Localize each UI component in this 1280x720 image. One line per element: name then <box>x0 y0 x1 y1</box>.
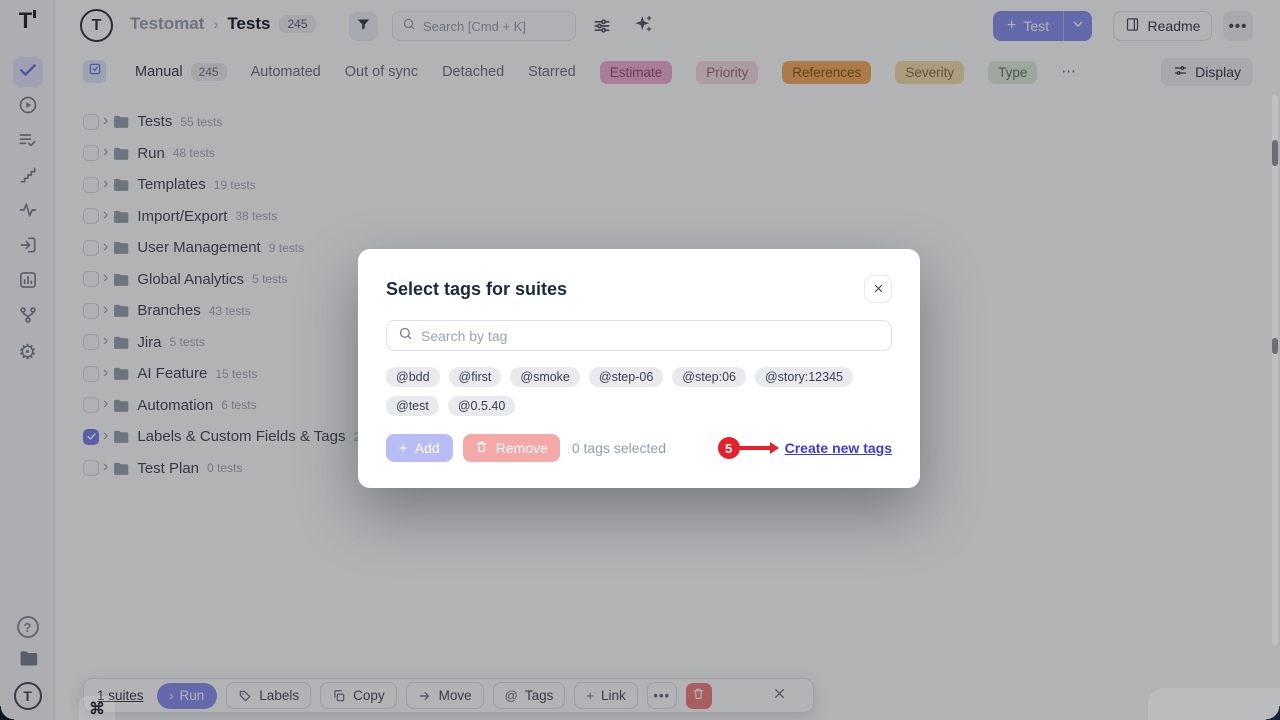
remove-tags-button[interactable]: Remove <box>463 434 560 462</box>
plus-icon: + <box>399 441 408 456</box>
add-tags-button[interactable]: + Add <box>386 434 453 462</box>
command-icon: ⌘ <box>89 699 105 720</box>
tag-pill[interactable]: @0.5.40 <box>448 396 515 416</box>
app-window: T <box>0 0 1280 720</box>
create-new-tags-link[interactable]: Create new tags <box>785 440 892 456</box>
tutorial-annotation: 5 Create new tags <box>718 437 892 459</box>
scrollbar-thumb[interactable] <box>1272 140 1278 166</box>
modal-title: Select tags for suites <box>386 279 567 300</box>
tag-pill[interactable]: @step-06 <box>589 367 663 387</box>
tag-pill[interactable]: @test <box>386 396 439 416</box>
tag-search[interactable] <box>386 320 892 351</box>
tag-pill[interactable]: @bdd <box>386 367 440 387</box>
search-icon <box>398 326 413 346</box>
tag-pill[interactable]: @step:06 <box>672 367 746 387</box>
add-label: Add <box>415 440 440 456</box>
command-key-hint: ⌘ <box>79 696 115 720</box>
tag-pill[interactable]: @story:12345 <box>755 367 853 387</box>
remove-label: Remove <box>496 440 548 456</box>
toast-corner <box>1148 688 1280 720</box>
tag-pill[interactable]: @smoke <box>510 367 580 387</box>
window-corner <box>0 706 14 720</box>
scrollbar-mark <box>1272 338 1278 354</box>
arrow-shaft <box>738 446 770 450</box>
tags-selected-count: 0 tags selected <box>572 440 666 456</box>
trash-icon <box>475 440 488 456</box>
tag-search-input[interactable] <box>421 328 880 344</box>
modal-close-button[interactable] <box>864 275 892 303</box>
close-icon <box>873 282 884 297</box>
tag-list: @bdd @first @smoke @step-06 @step:06 @story:1… <box>386 367 892 416</box>
window-corner <box>1266 706 1280 720</box>
arrow-head-icon <box>770 442 779 454</box>
step-number-badge: 5 <box>718 437 740 459</box>
tag-pill[interactable]: @first <box>449 367 502 387</box>
select-tags-modal: Select tags for suites @bdd@first@smoke@… <box>358 249 920 488</box>
scrollbar[interactable] <box>1272 95 1278 645</box>
